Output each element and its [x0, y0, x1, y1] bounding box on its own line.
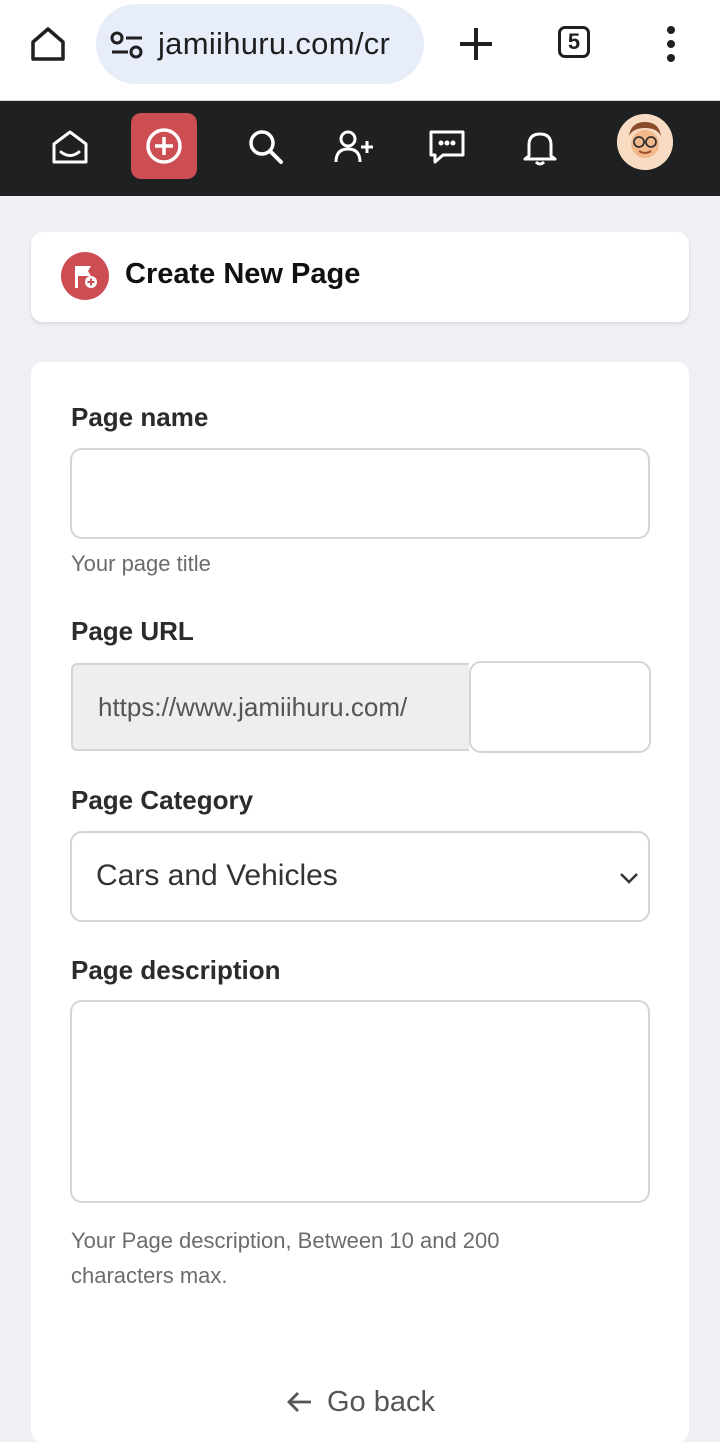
- tab-switcher-button[interactable]: 5: [558, 26, 590, 58]
- notifications-icon[interactable]: [512, 121, 568, 173]
- search-icon[interactable]: [238, 121, 294, 173]
- add-friend-icon[interactable]: [326, 121, 382, 173]
- page-description-textarea[interactable]: [70, 1000, 650, 1203]
- url-text[interactable]: jamiihuru.com/cr: [158, 26, 390, 62]
- browser-menu-icon[interactable]: [656, 24, 686, 64]
- page-title: Create New Page: [125, 258, 361, 290]
- plus-circle-icon: [146, 128, 182, 164]
- page-name-input[interactable]: [70, 448, 650, 539]
- page-description-hint: Your Page description, Between 10 and 20…: [71, 1228, 500, 1288]
- user-avatar[interactable]: [617, 114, 673, 170]
- page-url-prefix: https://www.jamiihuru.com/: [71, 663, 469, 751]
- go-back-label: Go back: [327, 1385, 435, 1418]
- page-description-label: Page description: [71, 955, 281, 985]
- browser-toolbar: jamiihuru.com/cr 5: [0, 0, 720, 101]
- chevron-down-icon: [620, 873, 638, 884]
- page-category-value: Cars and Vehicles: [96, 859, 338, 892]
- page-url-input[interactable]: [469, 661, 651, 753]
- flag-plus-icon: [61, 252, 109, 300]
- page-category-select[interactable]: Cars and Vehicles: [70, 831, 650, 922]
- arrow-left-icon: [287, 1392, 311, 1412]
- address-bar[interactable]: jamiihuru.com/cr: [96, 4, 424, 84]
- site-nav: [0, 101, 720, 196]
- page-category-label: Page Category: [71, 785, 254, 815]
- page-name-label: Page name: [71, 402, 209, 432]
- page-url-label: Page URL: [71, 616, 194, 646]
- new-tab-icon[interactable]: [452, 20, 500, 68]
- page-header-card: Create New Page: [31, 232, 689, 322]
- create-page-form: Page name Your page title Page URL https…: [31, 362, 689, 1442]
- home-icon[interactable]: [42, 121, 98, 173]
- messages-icon[interactable]: [419, 121, 475, 173]
- create-button[interactable]: [131, 113, 197, 179]
- page-name-hint: Your page title: [71, 551, 211, 576]
- site-settings-icon[interactable]: [110, 30, 144, 60]
- browser-home-icon[interactable]: [24, 22, 72, 66]
- go-back-button[interactable]: Go back: [285, 1382, 435, 1422]
